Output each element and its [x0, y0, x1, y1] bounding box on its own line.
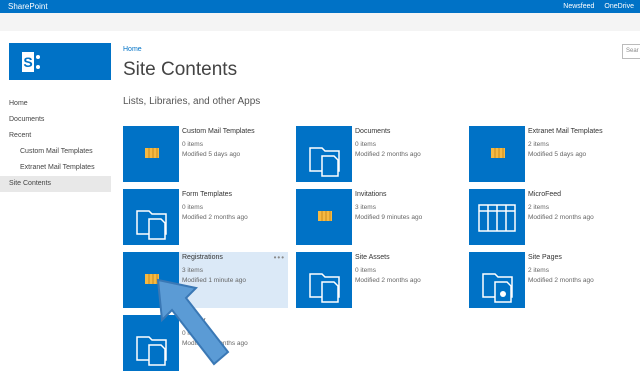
- tile-name[interactable]: Custom Mail Templates: [182, 128, 255, 135]
- ribbon-bar: [0, 13, 640, 31]
- nav-item-home[interactable]: Home: [0, 96, 111, 112]
- tile-count: 2 items: [528, 267, 549, 274]
- table-icon-graphic: [478, 204, 516, 232]
- tile-name[interactable]: Site Pages: [528, 254, 562, 261]
- suite-links: Newsfeed OneDrive: [563, 3, 634, 10]
- list-icon-graphic: [318, 211, 332, 221]
- tile-modified: Modified 1 minute ago: [182, 277, 246, 284]
- page-title: Site Contents: [123, 59, 238, 80]
- nav-item-extranet-mail-templates[interactable]: Extranet Mail Templates: [0, 160, 111, 176]
- quick-launch: Home Documents Recent Custom Mail Templa…: [0, 96, 111, 192]
- list-icon: [123, 252, 179, 308]
- list-icon: [123, 126, 179, 182]
- nav-item-recent[interactable]: Recent: [0, 128, 111, 144]
- tile-form-templates[interactable]: Form Templates 0 items Modified 2 months…: [123, 189, 288, 245]
- tile-modified: Modified 5 days ago: [182, 151, 241, 158]
- newsfeed-link[interactable]: Newsfeed: [563, 3, 594, 10]
- tile-name[interactable]: Invitations: [355, 191, 387, 198]
- nav-item-site-contents[interactable]: Site Contents: [0, 176, 111, 192]
- suite-bar: SharePoint Newsfeed OneDrive: [0, 0, 640, 13]
- tile-modified: Modified 2 months ago: [182, 340, 248, 347]
- tile-modified: Modified 5 days ago: [528, 151, 587, 158]
- tile-count: 0 items: [182, 204, 203, 211]
- tile-name[interactable]: Registrations: [182, 254, 223, 261]
- tile-modified: Modified 2 months ago: [528, 277, 594, 284]
- section-title: Lists, Libraries, and other Apps: [123, 96, 261, 107]
- tile-custom-mail-templates[interactable]: Custom Mail Templates 0 items Modified 5…: [123, 126, 288, 182]
- onedrive-link[interactable]: OneDrive: [604, 3, 634, 10]
- breadcrumb[interactable]: Home: [123, 46, 142, 53]
- list-icon: [469, 126, 525, 182]
- nav-item-documents[interactable]: Documents: [0, 112, 111, 128]
- site-logo[interactable]: S: [9, 43, 111, 80]
- tile-modified: Modified 2 months ago: [182, 214, 248, 221]
- tile-registrations[interactable]: Registrations 3 items Modified 1 minute …: [123, 252, 288, 308]
- tile-name[interactable]: Form Templates: [182, 191, 232, 198]
- tile-modified: Modified 2 months ago: [355, 277, 421, 284]
- app-brand[interactable]: SharePoint: [8, 2, 48, 11]
- tile-name[interactable]: Site Assets: [355, 254, 390, 261]
- table-icon: [469, 189, 525, 245]
- folder-icon-graphic: [136, 336, 167, 366]
- tile-count: 0 items: [182, 141, 203, 148]
- folder-icon-graphic: [136, 210, 167, 240]
- folder-icon: [296, 252, 352, 308]
- folder-icon: [123, 189, 179, 245]
- list-icon: [296, 189, 352, 245]
- tile-site-assets[interactable]: Site Assets 0 items Modified 2 months ag…: [296, 252, 461, 308]
- tile-name[interactable]: Documents: [355, 128, 390, 135]
- folder-icon: [296, 126, 352, 182]
- pages-icon: [469, 252, 525, 308]
- tile-site-pages[interactable]: Site Pages 2 items Modified 2 months ago: [469, 252, 634, 308]
- tile-count: 0 items: [355, 141, 376, 148]
- tile-style-library[interactable]: ...ibrary 0 items Modified 2 months ago: [123, 315, 288, 371]
- tile-invitations[interactable]: Invitations 3 items Modified 9 minutes a…: [296, 189, 461, 245]
- tile-count: 0 items: [182, 330, 203, 337]
- folder-icon: [123, 315, 179, 371]
- list-icon-graphic: [145, 274, 159, 284]
- more-options-button[interactable]: •••: [274, 253, 285, 262]
- tile-name[interactable]: Extranet Mail Templates: [528, 128, 603, 135]
- tile-count: 3 items: [182, 267, 203, 274]
- sharepoint-logo-icon: S: [22, 51, 40, 72]
- tile-modified: Modified 2 months ago: [528, 214, 594, 221]
- tile-name[interactable]: MicroFeed: [528, 191, 561, 198]
- tile-extranet-mail-templates[interactable]: Extranet Mail Templates 2 items Modified…: [469, 126, 634, 182]
- search-input[interactable]: Sear: [622, 44, 640, 59]
- list-icon-graphic: [491, 148, 505, 158]
- folder-icon-graphic: [309, 273, 340, 303]
- tile-count: 2 items: [528, 141, 549, 148]
- tile-modified: Modified 9 minutes ago: [355, 214, 423, 221]
- tile-count: 2 items: [528, 204, 549, 211]
- tile-microfeed[interactable]: MicroFeed 2 items Modified 2 months ago: [469, 189, 634, 245]
- folder-icon-graphic: [309, 147, 340, 177]
- tile-modified: Modified 2 months ago: [355, 151, 421, 158]
- tile-count: 3 items: [355, 204, 376, 211]
- list-icon-graphic: [145, 148, 159, 158]
- pages-icon-graphic: [482, 273, 513, 303]
- tile-count: 0 items: [355, 267, 376, 274]
- tile-name[interactable]: ...ibrary: [182, 317, 205, 324]
- nav-item-custom-mail-templates[interactable]: Custom Mail Templates: [0, 144, 111, 160]
- tile-documents[interactable]: Documents 0 items Modified 2 months ago: [296, 126, 461, 182]
